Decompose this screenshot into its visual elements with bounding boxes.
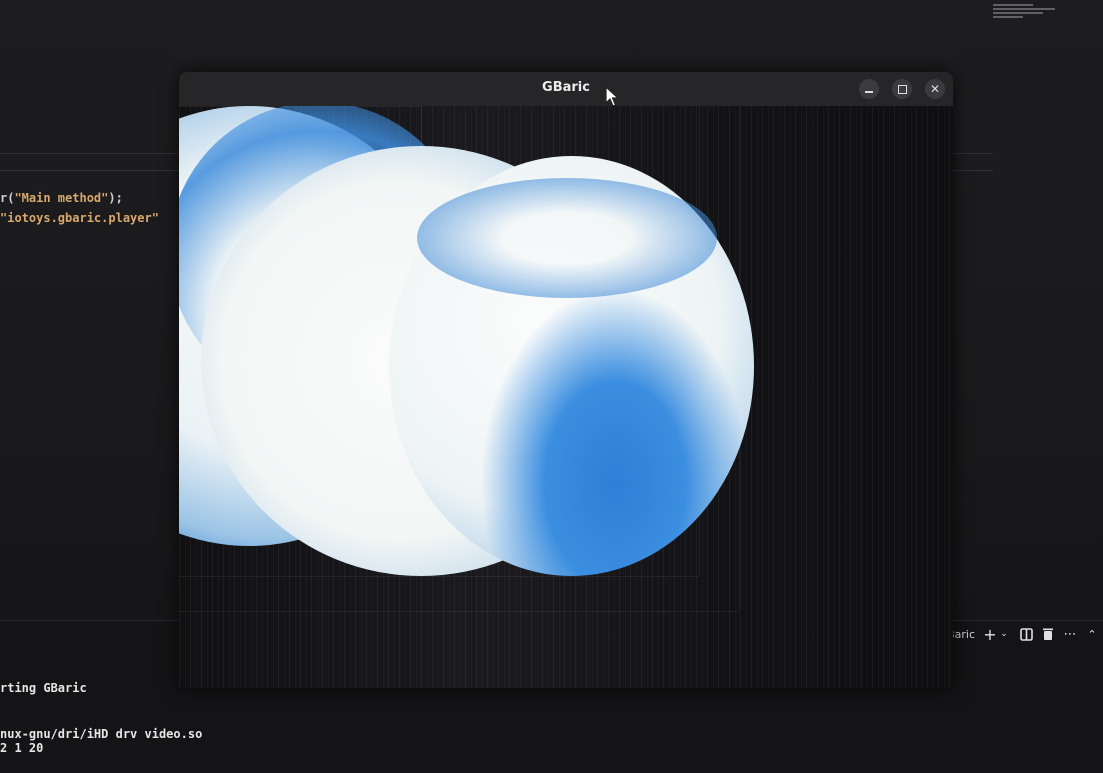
frame-artifact [179,576,699,577]
close-button[interactable]: ✕ [925,79,945,99]
terminal-line: rting GBaric [0,681,87,695]
minimize-button[interactable] [859,79,879,99]
minimap[interactable] [993,2,1065,24]
code-line[interactable]: r("Main method"); [0,191,123,205]
code-string: "Main method" [14,191,109,205]
globe-render [417,178,717,298]
add-icon[interactable]: + [983,625,997,644]
frame-artifact [179,611,739,612]
app-window: GBaric ✕ [179,72,953,688]
maximize-icon [897,84,907,94]
split-icon[interactable] [1019,627,1033,641]
code-token: r( [0,191,15,205]
code-string: "iotoys.gbaric.player" [0,211,159,225]
terminal-line: 2 1 20 [0,741,44,755]
render-viewport[interactable] [179,106,953,688]
chevron-up-icon[interactable]: ⌃ [1085,627,1099,641]
more-icon[interactable]: ⋯ [1063,627,1077,642]
window-title: GBaric [542,80,590,95]
trash-icon[interactable] [1041,627,1055,641]
close-icon: ✕ [929,82,941,96]
code-line[interactable]: "iotoys.gbaric.player" [0,211,159,225]
code-token: ); [108,191,123,205]
maximize-button[interactable] [892,79,912,99]
mouse-cursor-icon [605,86,619,107]
chevron-down-icon[interactable]: ⌄ [997,627,1011,641]
terminal-line: nux-gnu/dri/iHD drv video.so [0,727,203,741]
minimize-icon [865,90,873,93]
title-bar[interactable]: GBaric ✕ [179,72,953,107]
